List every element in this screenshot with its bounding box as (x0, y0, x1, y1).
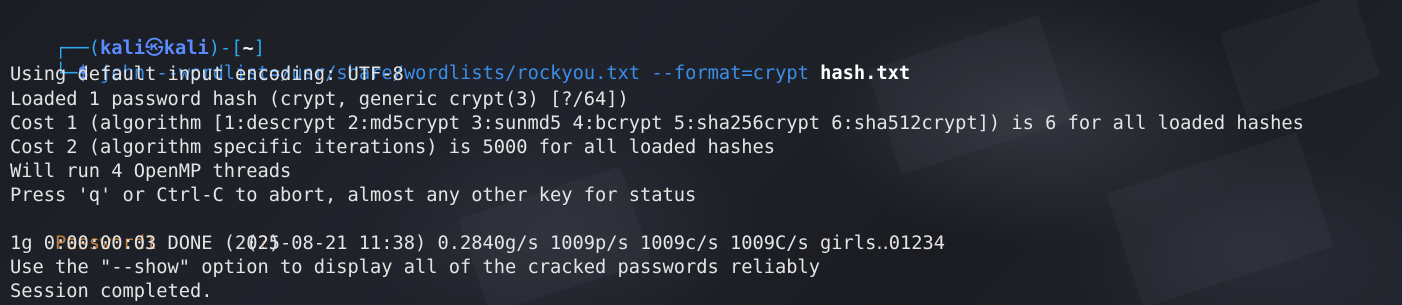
summary-line: 1g 0:00:00:03 DONE (2025-08-21 11:38) 0.… (10, 233, 946, 254)
cracked-password-line: Password1 (?) (10, 208, 280, 254)
output-line: Cost 1 (algorithm [1:descrypt 2:md5crypt… (10, 113, 1304, 134)
command-file-argument: hash.txt (820, 63, 911, 84)
summary-line: Use the "--show" option to display all o… (10, 257, 821, 278)
prompt-line: ┌──(kali㉿kali)-[~] (10, 13, 265, 59)
background-decoration (1219, 0, 1381, 120)
output-line: Press 'q' or Ctrl-C to abort, almost any… (10, 185, 697, 206)
summary-line: Session completed. (10, 281, 213, 302)
output-line: Using default input encoding: UTF-8 (10, 64, 404, 85)
command-line[interactable]: └─$ john --wordlist=/usr/share/wordlists… (10, 38, 910, 84)
output-line: Will run 4 OpenMP threads (10, 161, 292, 182)
background-decoration (1106, 132, 1334, 305)
terminal-window[interactable]: ┌──(kali㉿kali)-[~] └─$ john --wordlist=/… (0, 0, 1402, 305)
output-line: Loaded 1 password hash (crypt, generic c… (10, 89, 629, 110)
output-line: Cost 2 (algorithm specific iterations) i… (10, 137, 776, 158)
